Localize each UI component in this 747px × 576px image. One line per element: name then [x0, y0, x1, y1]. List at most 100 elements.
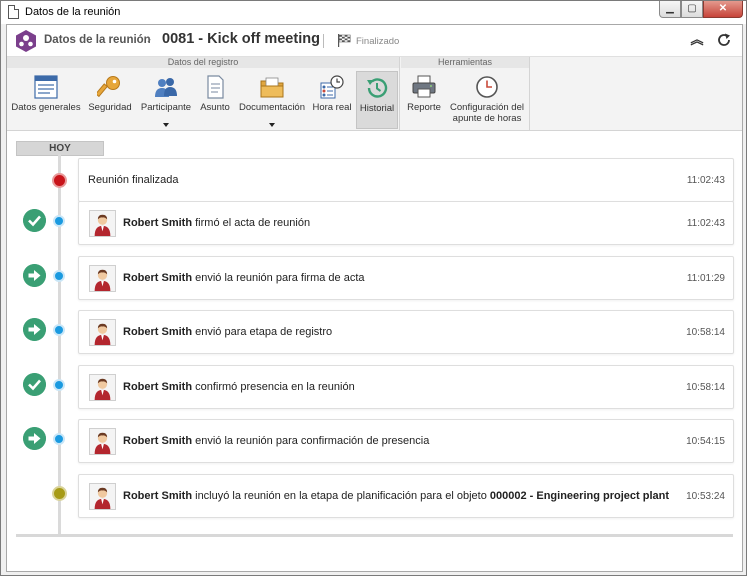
- real-time-button[interactable]: Hora real: [311, 71, 353, 129]
- entry-time: 10:53:24: [686, 491, 725, 502]
- entry-user[interactable]: Robert Smith: [123, 217, 192, 229]
- ribbon-button-label: Documentación: [238, 102, 305, 113]
- entry-time: 10:54:15: [686, 436, 725, 447]
- collapse-icon[interactable]: ︽: [690, 33, 704, 47]
- security-button[interactable]: Seguridad: [85, 71, 135, 129]
- window-title: Datos de la reunión: [25, 6, 121, 18]
- ribbon-button-label: Participante: [140, 102, 192, 113]
- arrow-right-icon: [23, 427, 46, 450]
- entry-message: Reunión finalizada: [88, 174, 179, 186]
- minimize-button[interactable]: ▁: [659, 1, 681, 18]
- list-item: Robert Smith confirmó presencia en la re…: [78, 365, 734, 409]
- check-icon: [23, 373, 46, 396]
- ribbon-button-label: Datos generales: [11, 102, 81, 113]
- key-icon: [97, 76, 120, 98]
- check-icon: [23, 209, 46, 232]
- document-icon: [207, 75, 224, 99]
- history-icon: [367, 78, 388, 98]
- report-button[interactable]: Reporte: [404, 71, 444, 129]
- clock-icon: [476, 76, 498, 98]
- ribbon-button-label: Hora real: [312, 102, 352, 113]
- entry-message: Robert Smith envió la reunión para confi…: [123, 435, 429, 447]
- list-item: Robert Smith firmó el acta de reunión 11…: [78, 201, 734, 245]
- entry-user[interactable]: Robert Smith: [123, 272, 192, 284]
- entry-message: Robert Smith firmó el acta de reunión: [123, 217, 310, 229]
- entry-time: 11:02:43: [686, 175, 725, 186]
- list-item: Robert Smith envió la reunión para confi…: [78, 419, 734, 463]
- entry-text: incluyó la reunión en la etapa de planif…: [192, 490, 490, 502]
- horizontal-scrollbar[interactable]: [16, 534, 733, 537]
- ribbon-toolbar: Datos del registro Datos generales Segur…: [7, 57, 742, 131]
- entry-user[interactable]: Robert Smith: [123, 435, 192, 447]
- status-badge: Finalizado: [356, 36, 400, 47]
- entry-user[interactable]: Robert Smith: [123, 490, 192, 502]
- dropdown-caret-icon: [163, 123, 169, 127]
- entry-time: 10:58:14: [686, 382, 725, 393]
- entry-text: envió la reunión para confirmación de pr…: [192, 435, 430, 447]
- list-item: Reunión finalizada 11:02:43: [78, 158, 734, 202]
- list-item: Robert Smith envió la reunión para firma…: [78, 256, 734, 300]
- general-data-button[interactable]: Datos generales: [11, 71, 81, 129]
- timeline-node: [52, 486, 67, 501]
- form-icon: [34, 75, 58, 99]
- entry-time: 11:02:43: [686, 218, 725, 229]
- timeline-node: [53, 270, 65, 282]
- entry-text: firmó el acta de reunión: [192, 217, 311, 229]
- timeline-node: [53, 324, 65, 336]
- ribbon-group-record-data: Datos del registro Datos generales Segur…: [7, 57, 400, 131]
- avatar: [89, 265, 116, 292]
- entry-message: Robert Smith envió para etapa de registr…: [123, 326, 332, 338]
- ribbon-button-label: Reporte: [407, 102, 441, 113]
- divider: [323, 34, 324, 48]
- entry-object-link[interactable]: 000002 - Engineering project plant: [490, 490, 669, 502]
- list-item: Robert Smith envió para etapa de registr…: [78, 310, 734, 354]
- avatar: [89, 210, 116, 237]
- close-button[interactable]: ✕: [703, 1, 743, 18]
- document-icon: [8, 5, 19, 19]
- checkered-flag-icon: [338, 34, 351, 47]
- timeline-node: [52, 173, 67, 188]
- timeline-node: [53, 379, 65, 391]
- entry-text: envió la reunión para firma de acta: [192, 272, 365, 284]
- title-bar: Datos de la reunión ▁ ▢ ✕: [1, 1, 746, 24]
- arrow-right-icon: [23, 318, 46, 341]
- breadcrumb[interactable]: Datos de la reunión: [44, 34, 151, 46]
- entry-time: 11:01:29: [686, 273, 725, 284]
- ribbon-button-label: Seguridad: [88, 102, 132, 113]
- maximize-button[interactable]: ▢: [681, 1, 703, 18]
- entry-message: Robert Smith incluyó la reunión en la et…: [123, 490, 669, 502]
- chevron-right-icon: ›: [147, 32, 151, 46]
- ribbon-button-label: Historial: [359, 103, 395, 114]
- app-window: Datos de la reunión ▁ ▢ ✕ Datos de la re…: [0, 0, 747, 576]
- avatar: [89, 374, 116, 401]
- refresh-icon[interactable]: [716, 32, 732, 48]
- record-header: Datos de la reunión › 0081 - Kick off me…: [7, 25, 742, 57]
- entry-text: confirmó presencia en la reunión: [192, 381, 355, 393]
- entry-message: Robert Smith confirmó presencia en la re…: [123, 381, 355, 393]
- printer-icon: [412, 75, 436, 98]
- subject-button[interactable]: Asunto: [197, 71, 233, 129]
- ribbon-group-label: Herramientas: [401, 57, 529, 68]
- dropdown-caret-icon: [269, 123, 275, 127]
- participant-button[interactable]: Participante: [138, 71, 194, 129]
- avatar: [89, 319, 116, 346]
- entry-text: envió para etapa de registro: [192, 326, 333, 338]
- documentation-button[interactable]: Documentación: [236, 71, 308, 129]
- entry-user[interactable]: Robert Smith: [123, 381, 192, 393]
- entry-user[interactable]: Robert Smith: [123, 326, 192, 338]
- list-item: Robert Smith incluyó la reunión en la et…: [78, 474, 734, 518]
- time-entry-config-button[interactable]: Configuración del apunte de horas: [447, 71, 527, 129]
- entry-time: 10:58:14: [686, 327, 725, 338]
- ribbon-button-label: Asunto: [200, 102, 230, 113]
- folder-icon: [260, 77, 284, 98]
- arrow-right-icon: [23, 264, 46, 287]
- entry-message: Robert Smith envió la reunión para firma…: [123, 272, 365, 284]
- ribbon-group-tools: Herramientas Reporte Configuración del a…: [401, 57, 530, 131]
- timeline-line: [58, 154, 61, 534]
- history-button[interactable]: Historial: [356, 71, 398, 129]
- avatar: [89, 428, 116, 455]
- clock-grid-icon: [320, 75, 344, 99]
- timeline-node: [53, 433, 65, 445]
- main-panel: Datos de la reunión › 0081 - Kick off me…: [6, 24, 743, 572]
- people-icon: [155, 78, 177, 97]
